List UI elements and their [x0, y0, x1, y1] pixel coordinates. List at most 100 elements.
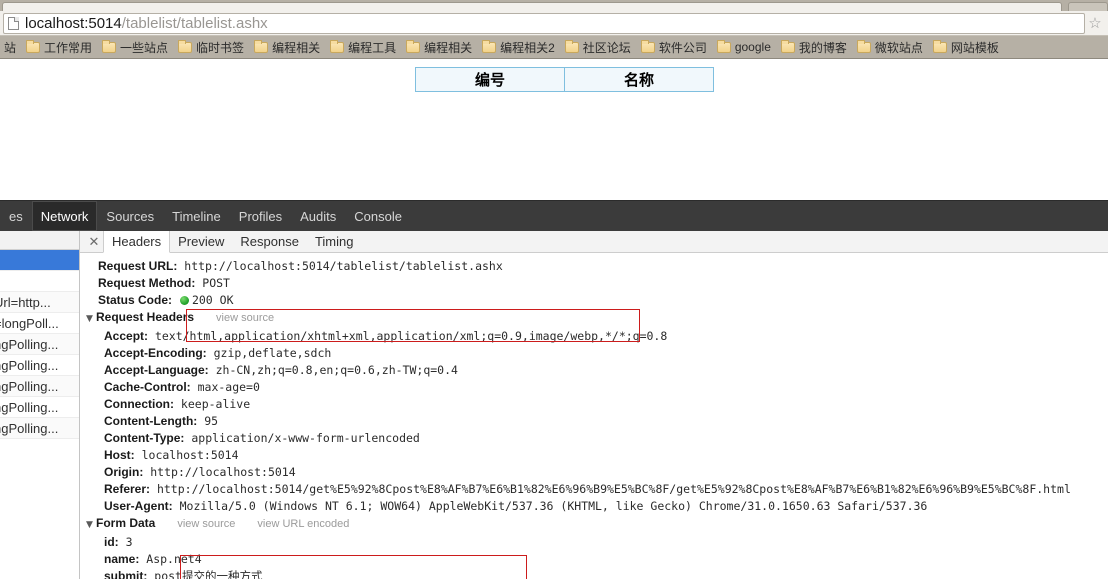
- request-header-item-name: Content-Type:: [104, 431, 185, 445]
- folder-icon: [564, 39, 579, 53]
- devtools-tab-es[interactable]: es: [0, 201, 32, 231]
- bookmark-label: 网站模板: [950, 40, 999, 55]
- request-header-item-name: User-Agent:: [104, 499, 173, 513]
- bookmark-item[interactable]: 我的博客: [777, 38, 851, 57]
- bookmark-item[interactable]: 编程工具: [326, 38, 400, 57]
- bookmark-item[interactable]: 网站模板: [929, 38, 1003, 57]
- request-header-item-value: Mozilla/5.0 (Windows NT 6.1; WOW64) Appl…: [172, 499, 928, 513]
- bookmark-item[interactable]: 一些站点: [98, 38, 172, 57]
- network-request-row[interactable]: ngPolling...: [0, 376, 79, 397]
- request-headers-view-source[interactable]: view source: [194, 312, 274, 324]
- form-data-section[interactable]: ▼ Form Data view source view URL encoded: [86, 515, 1108, 534]
- bookmark-item[interactable]: 编程相关: [402, 38, 476, 57]
- request-url-value: http://localhost:5014/tablelist/tablelis…: [184, 259, 503, 273]
- devtools-tab-audits[interactable]: Audits: [291, 201, 345, 231]
- network-request-row[interactable]: ngPolling...: [0, 418, 79, 439]
- form-data-view-source[interactable]: view source: [155, 518, 235, 530]
- detail-tab-headers[interactable]: Headers: [103, 231, 171, 253]
- bookmark-item[interactable]: 站: [0, 38, 20, 57]
- form-data-list: id: 3 name: Asp.net4 submit: post提交的一种方式: [86, 534, 1108, 579]
- bookmark-label: 站: [4, 40, 17, 55]
- request-header-item-value: application/x-www-form-urlencoded: [184, 431, 420, 445]
- devtools-panel: es Network Sources Timeline Profiles Audits Co…: [0, 200, 1108, 579]
- folder-icon: [406, 39, 421, 53]
- tab-strip: [0, 0, 1108, 11]
- network-request-row[interactable]: ngPolling...: [0, 397, 79, 418]
- network-detail-panel: ✕ Headers Preview Response Timing Request U…: [80, 231, 1108, 579]
- result-table: 编号 名称: [415, 67, 714, 92]
- close-icon[interactable]: ✕: [85, 231, 103, 252]
- bookmark-label: 临时书签: [196, 40, 245, 55]
- bookmark-label: 一些站点: [120, 40, 169, 55]
- bookmark-item[interactable]: 临时书签: [174, 38, 248, 57]
- detail-tab-preview[interactable]: Preview: [170, 231, 232, 252]
- bookmark-item[interactable]: 软件公司: [637, 38, 711, 57]
- request-header-item-name: Accept-Encoding:: [104, 346, 207, 360]
- request-header-item: Accept-Language: zh-CN,zh;q=0.8,en;q=0.6…: [86, 362, 1108, 379]
- network-list-header: [0, 231, 79, 250]
- status-code-line: Status Code: 200 OK: [86, 292, 1108, 309]
- request-method-value: POST: [202, 276, 230, 290]
- browser-tab-active[interactable]: [2, 2, 1062, 11]
- folder-icon: [716, 39, 731, 53]
- request-headers-list: Accept: text/html,application/xhtml+xml,…: [86, 328, 1108, 515]
- form-data-item-name: submit:: [104, 569, 148, 579]
- network-request-row[interactable]: ngPolling...: [0, 334, 79, 355]
- network-request-row[interactable]: [0, 250, 79, 271]
- bookmark-item[interactable]: google: [713, 38, 775, 57]
- form-data-title: Form Data: [96, 516, 156, 530]
- detail-tab-timing[interactable]: Timing: [307, 231, 362, 252]
- devtools-body: Url=http...=longPoll...ngPolling...ngPol…: [0, 231, 1108, 579]
- url-path: /tablelist/tablelist.ashx: [121, 14, 268, 32]
- status-code-text: OK: [219, 293, 234, 307]
- devtools-tab-console[interactable]: Console: [345, 201, 411, 231]
- network-request-row[interactable]: ngPolling...: [0, 355, 79, 376]
- request-headers-title: Request Headers: [96, 310, 195, 324]
- bookmark-item[interactable]: 微软站点: [853, 38, 927, 57]
- request-header-item-value: gzip,deflate,sdch: [206, 346, 332, 360]
- devtools-tab-timeline[interactable]: Timeline: [163, 201, 230, 231]
- network-request-row[interactable]: Url=http...: [0, 292, 79, 313]
- request-header-item-value: http://localhost:5014: [143, 465, 296, 479]
- form-data-item-name: name:: [104, 552, 140, 566]
- bookmark-star-icon[interactable]: ☆: [1085, 16, 1105, 31]
- triangle-down-icon[interactable]: ▼: [86, 517, 96, 534]
- triangle-down-icon[interactable]: ▼: [86, 311, 96, 328]
- bookmark-item[interactable]: 工作常用: [22, 38, 96, 57]
- bookmark-label: 编程相关: [272, 40, 321, 55]
- folder-icon: [254, 39, 269, 53]
- request-header-item-value: http://localhost:5014/get%E5%92%8Cpost%E…: [150, 482, 1071, 496]
- folder-icon: [640, 39, 655, 53]
- form-data-view-url-encoded[interactable]: view URL encoded: [235, 518, 349, 530]
- status-green-dot-icon: [179, 296, 189, 305]
- form-data-item-value: post提交的一种方式: [147, 569, 263, 579]
- bookmark-label: 编程工具: [348, 40, 397, 55]
- address-bar[interactable]: localhost:5014/tablelist/tablelist.ashx: [3, 12, 1085, 34]
- folder-icon: [330, 39, 345, 53]
- request-header-item-value: keep-alive: [174, 397, 251, 411]
- devtools-tab-sources[interactable]: Sources: [97, 201, 163, 231]
- network-request-row[interactable]: =longPoll...: [0, 313, 79, 334]
- folder-icon: [102, 39, 117, 53]
- form-data-item: submit: post提交的一种方式: [86, 568, 1108, 579]
- folder-icon: [178, 39, 193, 53]
- devtools-tab-profiles[interactable]: Profiles: [230, 201, 291, 231]
- request-header-item-value: 95: [197, 414, 219, 428]
- page-viewport: 编号 名称: [0, 60, 1108, 200]
- bookmark-item[interactable]: 编程相关: [250, 38, 324, 57]
- form-data-item: name: Asp.net4: [86, 551, 1108, 568]
- browser-tab-secondary[interactable]: [1068, 2, 1108, 11]
- form-data-item-name: id:: [104, 535, 119, 549]
- request-headers-section[interactable]: ▼ Request Headers view source: [86, 309, 1108, 328]
- request-header-item: Accept: text/html,application/xhtml+xml,…: [86, 328, 1108, 345]
- network-request-row[interactable]: [0, 271, 79, 292]
- status-code-value: 200: [191, 293, 213, 307]
- bookmark-item[interactable]: 社区论坛: [561, 38, 635, 57]
- request-method-line: Request Method: POST: [86, 275, 1108, 292]
- devtools-tab-network[interactable]: Network: [31, 201, 98, 231]
- detail-tab-response[interactable]: Response: [232, 231, 307, 252]
- bookmark-label: google: [734, 40, 771, 54]
- request-header-item: Cache-Control: max-age=0: [86, 379, 1108, 396]
- network-request-list[interactable]: Url=http...=longPoll...ngPolling...ngPol…: [0, 231, 80, 579]
- bookmark-item[interactable]: 编程相关2: [478, 38, 559, 57]
